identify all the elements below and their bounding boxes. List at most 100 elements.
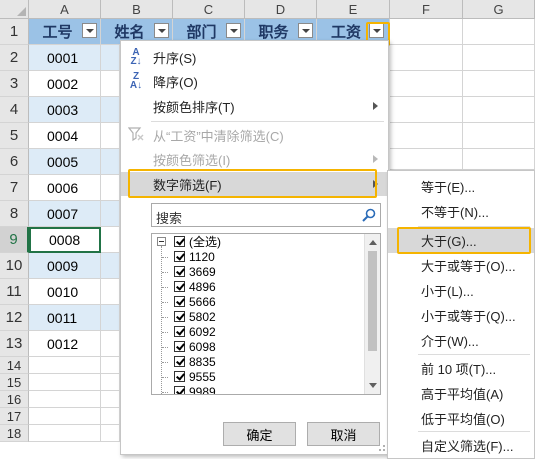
submenu-item-less-or-equal[interactable]: 小于或等于(Q)...	[388, 303, 534, 328]
grid-cell[interactable]	[101, 357, 120, 374]
list-item[interactable]: 1120	[174, 249, 215, 264]
row-header[interactable]: 18	[0, 425, 29, 442]
list-item[interactable]: 6098	[174, 339, 216, 354]
grid-cell[interactable]	[29, 374, 101, 391]
submenu-item-less-than[interactable]: 小于(L)...	[388, 278, 534, 303]
row-header[interactable]: 1	[0, 19, 29, 45]
grid-cell[interactable]	[101, 374, 120, 391]
list-item[interactable]: 9555	[174, 369, 216, 384]
filter-value-list[interactable]: (全选) 1120 3669 4896 5666 5802 6092 6098 …	[151, 233, 381, 395]
id-cell[interactable]: 0009	[29, 253, 101, 279]
submenu-item-below-average[interactable]: 低于平均值(O)	[388, 406, 534, 431]
grid-cell[interactable]	[29, 425, 101, 442]
search-input[interactable]: 搜索	[151, 203, 381, 227]
submenu-item-between[interactable]: 介于(W)...	[388, 328, 534, 353]
row-header[interactable]: 8	[0, 201, 29, 227]
grid-cell[interactable]	[463, 45, 535, 71]
grid-cell[interactable]	[390, 97, 463, 123]
row-header[interactable]: 14	[0, 357, 29, 374]
row-header-selected[interactable]: 9	[0, 227, 29, 253]
grid-cell[interactable]	[101, 227, 120, 253]
grid-cell[interactable]	[101, 149, 120, 175]
column-header-b[interactable]: B	[101, 0, 173, 19]
row-header[interactable]: 7	[0, 175, 29, 201]
menu-item-sort-by-color[interactable]: 按颜色排序(T)	[121, 94, 388, 118]
id-cell[interactable]: 0007	[29, 201, 101, 227]
grid-cell[interactable]	[101, 45, 120, 71]
row-header[interactable]: 10	[0, 253, 29, 279]
cancel-button[interactable]: 取消	[307, 422, 380, 446]
id-cell[interactable]: 0011	[29, 305, 101, 331]
checkbox-checked-icon[interactable]	[174, 296, 185, 307]
submenu-item-equals[interactable]: 等于(E)...	[388, 174, 534, 199]
submenu-item-top-10[interactable]: 前 10 项(T)...	[388, 356, 534, 381]
filter-dropdown-button[interactable]	[298, 23, 313, 38]
grid-cell[interactable]	[463, 149, 535, 170]
id-cell[interactable]: 0003	[29, 97, 101, 123]
menu-item-sort-descending[interactable]: Z A↓ 降序(O)	[121, 69, 388, 93]
column-header-d[interactable]: D	[245, 0, 317, 19]
column-header-c[interactable]: C	[173, 0, 245, 19]
header-cell-id[interactable]: 工号	[29, 19, 101, 45]
grid-cell[interactable]	[101, 425, 120, 442]
row-header[interactable]: 4	[0, 97, 29, 123]
ok-button[interactable]: 确定	[223, 422, 296, 446]
submenu-item-custom-filter[interactable]: 自定义筛选(F)...	[388, 433, 534, 458]
checkbox-checked-icon[interactable]	[174, 311, 185, 322]
grid-cell[interactable]	[101, 305, 120, 331]
filter-dropdown-button[interactable]	[154, 23, 169, 38]
list-item[interactable]: 9989	[174, 384, 216, 394]
list-item[interactable]: 4896	[174, 279, 216, 294]
list-item[interactable]: 8835	[174, 354, 216, 369]
grid-cell[interactable]	[463, 123, 535, 149]
list-item[interactable]: 5802	[174, 309, 216, 324]
id-cell[interactable]: 0010	[29, 279, 101, 305]
id-cell[interactable]: 0006	[29, 175, 101, 201]
checkbox-checked-icon[interactable]	[174, 281, 185, 292]
column-header-a[interactable]: A	[29, 0, 101, 19]
select-all-corner[interactable]	[0, 0, 29, 19]
row-header[interactable]: 2	[0, 45, 29, 71]
id-cell[interactable]: 0005	[29, 149, 101, 175]
scroll-up-icon[interactable]	[369, 240, 377, 245]
checkbox-checked-icon[interactable]	[174, 356, 185, 367]
column-header-g[interactable]: G	[463, 0, 535, 19]
grid-cell[interactable]	[101, 279, 120, 305]
scroll-down-icon[interactable]	[369, 383, 377, 388]
grid-cell[interactable]	[463, 19, 535, 45]
list-scrollbar[interactable]	[364, 234, 380, 394]
row-header[interactable]: 5	[0, 123, 29, 149]
grid-cell[interactable]	[101, 253, 120, 279]
checkbox-checked-icon[interactable]	[174, 266, 185, 277]
grid-cell[interactable]	[29, 357, 101, 374]
grid-cell[interactable]	[29, 391, 101, 408]
filter-dropdown-button[interactable]	[226, 23, 241, 38]
row-header[interactable]: 11	[0, 279, 29, 305]
grid-cell[interactable]	[101, 391, 120, 408]
grid-cell[interactable]	[29, 408, 101, 425]
checkbox-checked-icon[interactable]	[174, 371, 185, 382]
grid-cell[interactable]	[390, 71, 463, 97]
id-cell-active[interactable]: 0008	[29, 227, 101, 253]
filter-dropdown-button[interactable]	[82, 23, 97, 38]
grid-cell[interactable]	[101, 71, 120, 97]
row-header[interactable]: 6	[0, 149, 29, 175]
grid-cell[interactable]	[101, 331, 120, 357]
id-cell[interactable]: 0001	[29, 45, 101, 71]
row-header[interactable]: 15	[0, 374, 29, 391]
id-cell[interactable]: 0012	[29, 331, 101, 357]
menu-item-sort-ascending[interactable]: A Z↓ 升序(S)	[121, 45, 388, 69]
row-header[interactable]: 13	[0, 331, 29, 357]
collapse-icon[interactable]	[157, 237, 166, 246]
grid-cell[interactable]	[101, 201, 120, 227]
submenu-item-not-equals[interactable]: 不等于(N)...	[388, 199, 534, 224]
grid-cell[interactable]	[463, 71, 535, 97]
grid-cell[interactable]	[390, 19, 463, 45]
submenu-item-above-average[interactable]: 高于平均值(A)	[388, 381, 534, 406]
grid-cell[interactable]	[101, 175, 120, 201]
row-header[interactable]: 16	[0, 391, 29, 408]
checkbox-checked-icon[interactable]	[174, 326, 185, 337]
scrollbar-thumb[interactable]	[368, 251, 377, 351]
grid-cell[interactable]	[101, 97, 120, 123]
column-header-f[interactable]: F	[390, 0, 463, 19]
